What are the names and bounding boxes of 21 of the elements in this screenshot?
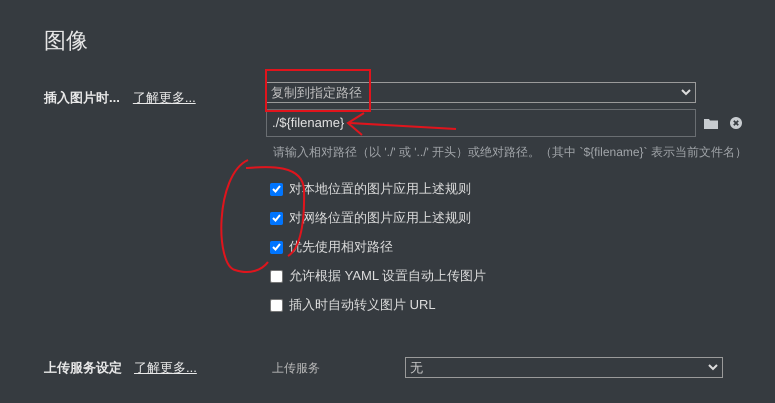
checkbox[interactable] (270, 240, 283, 254)
close-icon[interactable] (730, 117, 742, 129)
learn-more-link[interactable]: 了解更多... (134, 358, 197, 378)
chevron-down-icon (708, 364, 718, 371)
path-input-field[interactable]: ./${filename} (266, 109, 696, 137)
checkbox[interactable] (270, 270, 283, 282)
folder-icon[interactable] (704, 118, 718, 128)
checkbox-label: 插入时自动转义图片 URL (289, 296, 436, 314)
chevron-down-icon (681, 89, 691, 96)
learn-more-link[interactable]: 了解更多... (132, 88, 196, 108)
setting-label: 上传服务设定 (44, 358, 122, 377)
setting-label: 插入图片时... (44, 89, 120, 107)
action-dropdown[interactable]: 复制到指定路径 (266, 82, 696, 103)
checkbox[interactable] (270, 212, 283, 224)
path-hint: 请输入相对路径（以 './' 或 '../' 开头）或绝对路径。（其中 `${filename}` 表示当前文件名） (273, 144, 747, 161)
upload-service-dropdown[interactable]: 无 (405, 357, 723, 378)
checkbox-label: 允许根据 YAML 设置自动上传图片 (289, 267, 486, 286)
section-title: 图像 (44, 27, 89, 55)
checkbox[interactable] (270, 182, 283, 196)
service-label: 上传服务 (272, 360, 321, 376)
checkbox[interactable] (270, 298, 283, 312)
